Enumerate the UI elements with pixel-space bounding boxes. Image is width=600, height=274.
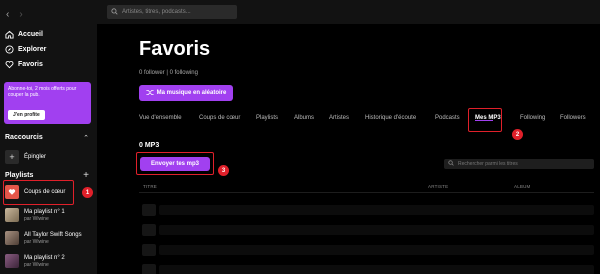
playlist-owner: par Wiwine [24, 215, 49, 222]
search-icon [111, 7, 118, 17]
nav-favorites[interactable]: Favoris [5, 60, 43, 69]
playlist-item-3[interactable]: Ma playlist n° 2 par Wiwine [5, 254, 65, 268]
main-area: Artistes, titres, podcasts... Favoris 0 … [97, 0, 600, 274]
nav-favorites-label: Favoris [18, 61, 43, 68]
playlist-title: Ma playlist n° 2 [24, 254, 65, 261]
column-album[interactable]: ALBUM [514, 184, 531, 189]
placeholder-row-thumb [142, 264, 156, 274]
nav-explore-label: Explorer [18, 46, 47, 53]
pin-label: Épingler [24, 154, 47, 160]
compass-icon [5, 45, 14, 54]
add-playlist-icon[interactable]: + [83, 170, 89, 181]
step-1-badge: 1 [82, 187, 93, 198]
placeholder-row [159, 245, 594, 255]
placeholder-row [159, 225, 594, 235]
tab-overview[interactable]: Vue d'ensemble [139, 115, 182, 121]
search-placeholder: Artistes, titres, podcasts... [122, 9, 191, 15]
playlist-title: All Taylor Swift Songs [24, 231, 82, 238]
placeholder-row [159, 265, 594, 274]
chevron-up-icon[interactable]: ⌃ [83, 134, 89, 142]
page-title: Favoris [139, 38, 211, 60]
mp3-count: 0 MP3 [139, 142, 160, 149]
tab-following[interactable]: Following [520, 115, 545, 121]
plus-icon: + [5, 150, 19, 164]
home-icon [5, 30, 14, 39]
pin-button[interactable]: + Épingler [5, 150, 46, 164]
step-2-badge: 2 [512, 129, 523, 140]
tab-albums[interactable]: Albums [294, 115, 314, 121]
playlist-item-2[interactable]: All Taylor Swift Songs par Wiwine [5, 231, 82, 245]
placeholder-row-thumb [142, 224, 156, 236]
step-2-highlight [468, 108, 502, 132]
tab-artists[interactable]: Artistes [329, 115, 349, 121]
tab-bar: Vue d'ensemble Coups de cœur Playlists A… [139, 115, 594, 127]
history-nav: ‹ › [6, 9, 23, 20]
follow-stats: 0 follower | 0 following [139, 70, 198, 76]
sidebar: ‹ › Accueil Explorer Favoris Abonne-toi,… [0, 0, 97, 274]
heart-icon [5, 60, 14, 69]
promo-button[interactable]: J'en profite [8, 110, 45, 120]
tab-history[interactable]: Historique d'écoute [365, 115, 416, 121]
shuffle-my-music-button[interactable]: Ma musique en aléatoire [139, 85, 233, 101]
placeholder-row-thumb [142, 204, 156, 216]
promo-banner: Abonne-toi, 2 mois offerts pour couper l… [4, 82, 91, 124]
step-3-badge: 3 [218, 165, 229, 176]
playlists-title: Playlists [5, 172, 34, 179]
tab-podcasts[interactable]: Podcasts [435, 115, 460, 121]
back-arrow-icon[interactable]: ‹ [6, 9, 9, 20]
playlist-cover [5, 208, 19, 222]
shuffle-icon [146, 89, 154, 98]
column-artist[interactable]: ARTISTE [428, 184, 448, 189]
playlist-cover [5, 231, 19, 245]
placeholder-row [159, 205, 594, 215]
tab-followers[interactable]: Followers [560, 115, 586, 121]
playlist-title: Ma playlist n° 1 [24, 208, 65, 215]
favorites-page: Favoris 0 follower | 0 following Ma musi… [97, 24, 600, 274]
search-input[interactable]: Artistes, titres, podcasts... [107, 5, 237, 19]
track-filter-input[interactable]: Rechercher parmi les titres [444, 159, 594, 169]
tab-coups-de-coeur[interactable]: Coups de cœur [199, 115, 240, 121]
playlist-owner: par Wiwine [24, 261, 49, 268]
forward-arrow-icon[interactable]: › [19, 9, 22, 20]
playlist-cover [5, 254, 19, 268]
shuffle-label: Ma musique en aléatoire [156, 90, 227, 96]
column-title[interactable]: TITRE [143, 184, 157, 189]
step-3-highlight [136, 152, 214, 175]
promo-text: Abonne-toi, 2 mois offerts pour couper l… [8, 86, 77, 98]
nav-home-label: Accueil [18, 31, 43, 38]
playlist-owner: par Wiwine [24, 238, 49, 245]
search-icon [448, 160, 454, 168]
nav-home[interactable]: Accueil [5, 30, 43, 39]
step-1-highlight [3, 180, 74, 205]
topbar: Artistes, titres, podcasts... [97, 0, 600, 24]
filter-placeholder: Rechercher parmi les titres [458, 161, 518, 167]
shortcuts-title: Raccourcis [5, 134, 43, 141]
playlist-item-1[interactable]: Ma playlist n° 1 par Wiwine [5, 208, 65, 222]
nav-explore[interactable]: Explorer [5, 45, 46, 54]
tab-playlists[interactable]: Playlists [256, 115, 278, 121]
placeholder-row-thumb [142, 244, 156, 256]
column-divider [139, 192, 594, 193]
